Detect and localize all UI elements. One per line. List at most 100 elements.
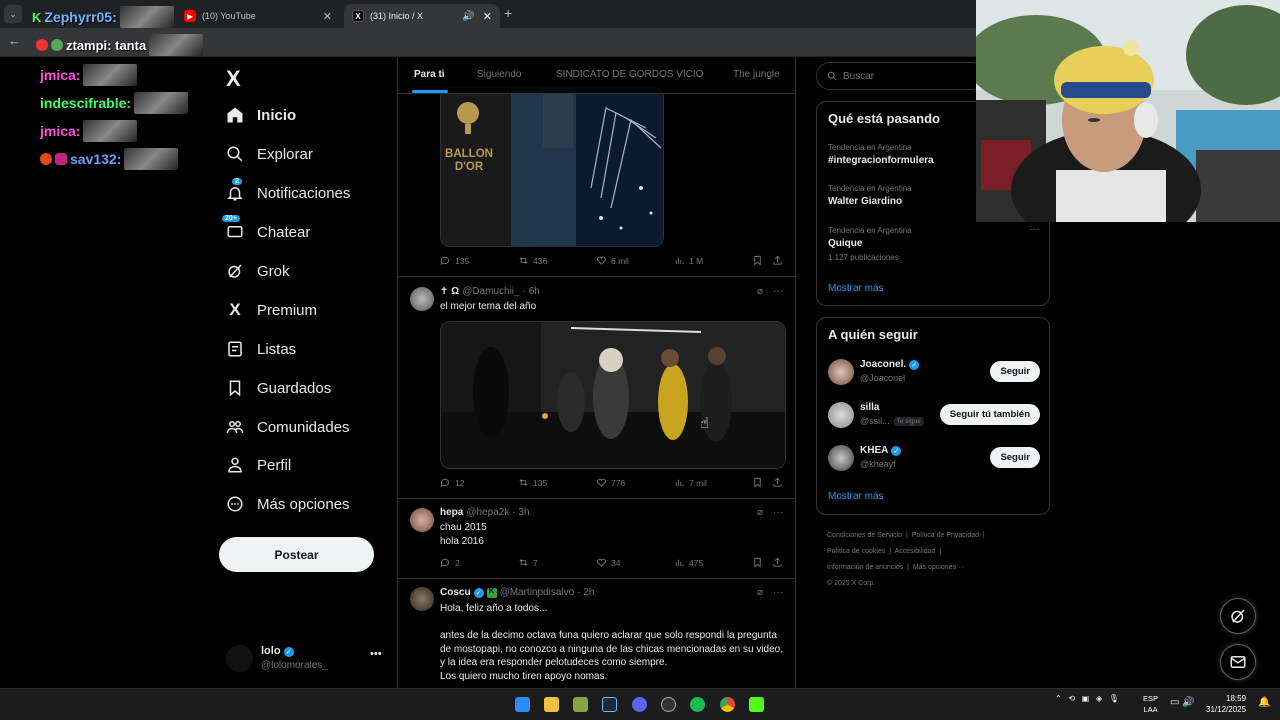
share-icon[interactable] <box>772 557 783 568</box>
tweet-author[interactable]: ✝ Ω <box>440 286 459 297</box>
bookmark-icon[interactable] <box>752 557 763 568</box>
views-button[interactable]: 475 <box>674 557 703 568</box>
follow-button[interactable]: Seguir <box>990 447 1040 468</box>
language-indicator[interactable]: ESP LAA <box>1143 693 1158 715</box>
file-explorer-icon[interactable] <box>544 697 559 712</box>
kick-icon[interactable] <box>749 697 764 712</box>
grok-fab[interactable] <box>1220 598 1256 634</box>
bookmark-icon[interactable] <box>752 477 763 488</box>
network-icon[interactable]: ▭ 🔊 <box>1170 697 1195 708</box>
new-tab-button[interactable]: + <box>504 5 512 21</box>
tweet-handle[interactable]: @Martinpdisalvo <box>500 587 575 598</box>
steam-icon[interactable] <box>602 697 617 712</box>
notifications-icon[interactable]: 🔔 <box>1258 697 1270 708</box>
nav-item-notificaciones[interactable]: 2 Notificaciones <box>226 178 350 202</box>
discord-icon[interactable] <box>632 697 647 712</box>
obs-icon[interactable] <box>661 697 676 712</box>
tweet-handle[interactable]: @Damuchii_ <box>462 286 519 297</box>
tab-search-button[interactable]: ⌄ <box>4 5 22 23</box>
show-more-link[interactable]: Mostrar más <box>828 491 884 502</box>
tweet-media[interactable] <box>440 321 786 469</box>
share-icon[interactable] <box>772 477 783 488</box>
views-button[interactable]: 7 mil <box>674 477 707 488</box>
post-button[interactable]: Postear <box>219 537 374 572</box>
like-button[interactable]: 6 mil <box>596 255 629 266</box>
reply-button[interactable]: 135 <box>440 255 469 266</box>
grok-icon[interactable]: ⌀ <box>757 507 763 518</box>
nav-item-grok[interactable]: Grok <box>226 262 290 280</box>
retweet-button[interactable]: 135 <box>518 477 547 488</box>
timeline[interactable]: Para ti Siguiendo SINDICATO DE GORDOS VI… <box>397 57 796 688</box>
chat-line: indescifrable: <box>40 92 189 114</box>
tweet-author[interactable]: hepa <box>440 507 463 518</box>
trend-item[interactable]: Tendencia en Argentina #integracionformu… <box>828 143 934 166</box>
follow-button[interactable]: Seguir <box>990 361 1040 382</box>
follow-suggestion[interactable]: KHEA ✓ @kheayf Seguir <box>828 443 1040 473</box>
footer-link[interactable]: Información de anuncios <box>827 564 903 571</box>
spotify-icon[interactable] <box>690 697 705 712</box>
more-icon[interactable]: ··· <box>773 587 783 598</box>
account-switcher[interactable]: lolo ✓ @lolomorales_ ••• <box>226 642 386 676</box>
more-icon[interactable]: ··· <box>773 507 783 518</box>
tab-youtube[interactable]: ▶ (10) YouTube ✕ <box>176 4 340 28</box>
search-input[interactable]: Buscar <box>816 62 986 90</box>
close-icon[interactable]: ✕ <box>323 10 332 23</box>
more-icon[interactable]: ••• <box>370 648 382 660</box>
clock[interactable]: 18:59 31/12/2025 <box>1206 693 1246 715</box>
grok-icon[interactable]: ⌀ <box>757 286 763 297</box>
more-icon[interactable]: ··· <box>773 286 783 297</box>
reply-button[interactable]: 2 <box>440 557 460 568</box>
tweet[interactable]: Coscu ✓ K @Martinpdisalvo · 2h ⌀ ··· Hola… <box>398 579 795 688</box>
tweet-options: ⌀ ··· <box>757 507 783 518</box>
like-button[interactable]: 776 <box>596 477 625 488</box>
footer-link[interactable]: Más opciones ··· <box>913 564 965 571</box>
more-icon[interactable]: ··· <box>1029 224 1039 235</box>
reply-button[interactable]: 12 <box>440 477 464 488</box>
footer-link[interactable]: Política de cookies <box>827 548 885 555</box>
nav-item-premium[interactable]: X Premium <box>226 300 317 319</box>
nav-item-mas-opciones[interactable]: Más opciones <box>226 495 350 513</box>
show-more-link[interactable]: Mostrar más <box>828 283 884 294</box>
tweet-handle[interactable]: @hepa2k <box>466 507 509 518</box>
tab-the-jungle[interactable]: The jungle <box>733 69 780 80</box>
tab-siguiendo[interactable]: Siguiendo <box>477 69 521 80</box>
nav-item-guardados[interactable]: Guardados <box>226 379 331 397</box>
retweet-button[interactable]: 7 <box>518 557 538 568</box>
footer-link[interactable]: Condiciones de Servicio <box>827 532 902 539</box>
nav-item-explorar[interactable]: Explorar <box>226 145 313 163</box>
grok-icon[interactable]: ⌀ <box>757 587 763 598</box>
chrome-icon[interactable] <box>720 697 735 712</box>
windows-start-icon[interactable] <box>515 697 530 712</box>
views-button[interactable]: 1 M <box>674 255 703 266</box>
close-icon[interactable]: ✕ <box>483 10 492 23</box>
nav-item-chatear[interactable]: 20+ Chatear <box>222 215 310 241</box>
trend-item[interactable]: Tendencia en Argentina Walter Giardino <box>828 184 912 207</box>
tab-para-ti[interactable]: Para ti <box>414 69 445 80</box>
footer-link[interactable]: Accesibilidad <box>895 548 936 555</box>
follow-back-button[interactable]: Seguir tú también <box>939 404 1040 425</box>
nav-item-comunidades[interactable]: Comunidades <box>226 418 350 436</box>
follow-suggestion[interactable]: Joaconel. ✓ @Joaconel Seguir <box>828 357 1040 387</box>
footer-link[interactable]: Política de Privacidad <box>912 532 979 539</box>
app-icon[interactable] <box>573 697 588 712</box>
back-arrow-icon[interactable]: ← <box>8 33 21 48</box>
messages-fab[interactable] <box>1220 644 1256 680</box>
tab-sindicato[interactable]: SINDICATO DE GORDOS VICIO <box>556 69 703 80</box>
bookmark-icon[interactable] <box>752 255 763 266</box>
nav-item-listas[interactable]: Listas <box>226 340 296 358</box>
like-button[interactable]: 34 <box>596 557 620 568</box>
tweet-media[interactable]: BALLON D'OR <box>440 87 664 247</box>
trend-item[interactable]: Tendencia en Argentina Quique 1.127 publ… <box>828 226 912 262</box>
tweet[interactable]: ✝ Ω @Damuchii_ · 6h ⌀ ··· el mejor tema d… <box>398 277 795 499</box>
tab-x[interactable]: X (31) Inicio / X 🔊 ✕ <box>344 4 500 28</box>
tweet-author[interactable]: Coscu <box>440 587 471 598</box>
nav-item-perfil[interactable]: Perfil <box>226 456 291 474</box>
system-tray[interactable]: ⌃ ⟲ ▣ ◈ 🎙 <box>1055 694 1119 703</box>
nav-item-inicio[interactable]: Inicio <box>226 106 296 124</box>
share-icon[interactable] <box>772 255 783 266</box>
follow-suggestion[interactable]: silla @ssil... Te sigue Seguir tú también <box>828 400 1040 430</box>
speaker-icon[interactable]: 🔊 <box>462 11 474 22</box>
retweet-button[interactable]: 436 <box>518 255 547 266</box>
x-logo-icon[interactable]: X <box>226 66 241 92</box>
tweet[interactable]: hepa @hepa2k · 3h ⌀ ··· chau 2015 hola 20… <box>398 499 795 579</box>
